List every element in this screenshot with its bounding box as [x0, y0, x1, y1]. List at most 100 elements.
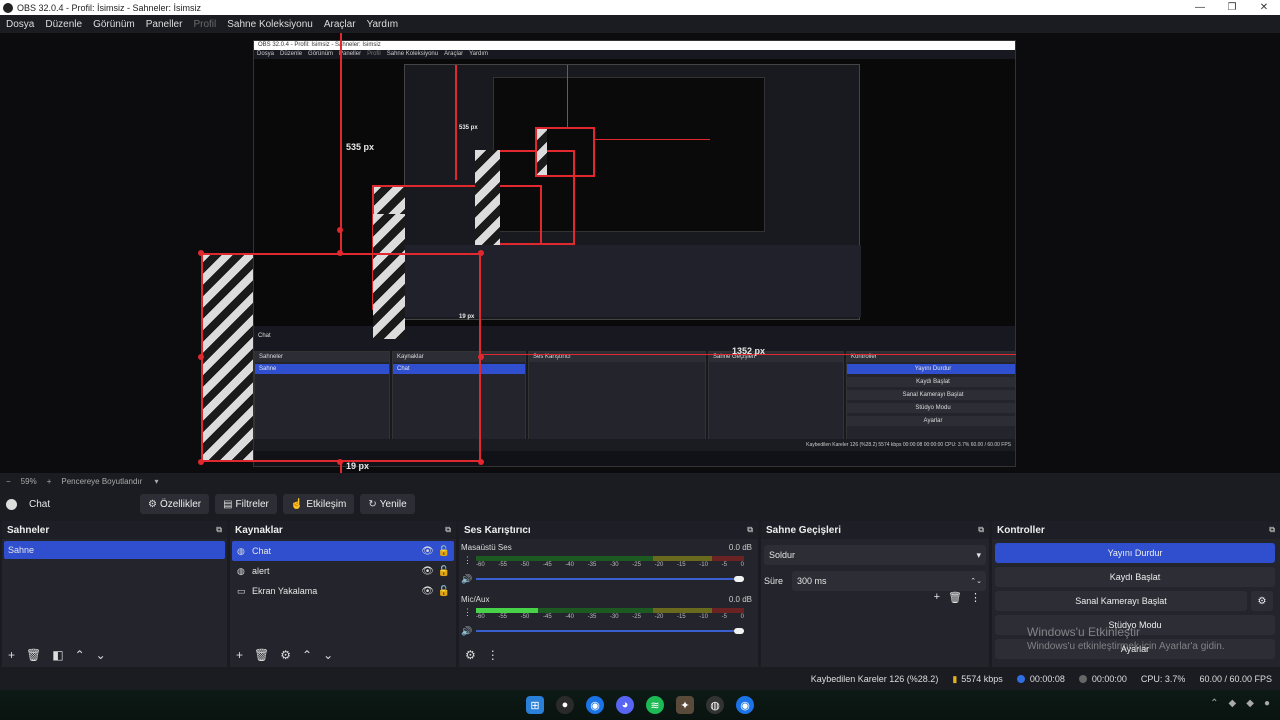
tray-app-icon[interactable]: ◆ [1246, 698, 1254, 709]
chrome-profile-icon[interactable]: ◉ [736, 696, 754, 714]
sources-title: Kaynaklar [235, 524, 283, 536]
spotify-icon[interactable]: ≋ [646, 696, 664, 714]
undock-icon[interactable]: ⧉ [216, 525, 222, 535]
menu-docks[interactable]: Paneller [146, 19, 183, 30]
kebab-menu-icon[interactable]: ⋮ [487, 648, 499, 662]
transition-select[interactable]: Soldur ▾ [764, 545, 986, 565]
chrome-icon[interactable]: ◉ [586, 696, 604, 714]
undock-icon[interactable]: ⧉ [978, 525, 984, 535]
level-meter-fill [476, 608, 538, 613]
eye-icon[interactable]: 👁 [421, 586, 434, 597]
resize-handle-r[interactable] [478, 354, 484, 360]
selection-bounding-box[interactable] [201, 253, 481, 462]
stop-streaming-button[interactable]: Yayını Durdur [995, 543, 1275, 563]
scene-filters-icon[interactable]: ◧ [52, 648, 63, 662]
menu-edit[interactable]: Düzenle [45, 19, 82, 30]
cpu-usage: CPU: 3.7% [1140, 674, 1186, 684]
menu-scene-collection[interactable]: Sahne Koleksiyonu [227, 19, 313, 30]
transitions-title: Sahne Geçişleri [766, 524, 842, 536]
remove-transition-icon[interactable]: 🗑 [948, 591, 962, 604]
undock-icon[interactable]: ⧉ [747, 525, 753, 535]
mixer-channel-desktop: Masaüstü Ses 0.0 dB ⋮ -60 -55 -50 -45 -40 -35… [461, 543, 752, 585]
zoom-bar: − 59% + Pencereye Boyutlandır ▾ [0, 474, 1280, 488]
remove-source-icon[interactable]: 🗑 [254, 648, 269, 662]
scene-item[interactable]: Sahne [4, 541, 225, 559]
move-down-icon[interactable]: ⌄ [323, 648, 333, 662]
tray-app-icon[interactable]: ◆ [1229, 698, 1237, 709]
remove-scene-icon[interactable]: 🗑 [26, 648, 41, 662]
tray-chevron-icon[interactable]: ⌃ [1210, 698, 1218, 709]
move-up-icon[interactable]: ⌃ [75, 648, 85, 662]
browser-source-icon: ◍ [237, 545, 245, 556]
search-icon[interactable]: ● [556, 696, 574, 714]
menu-file[interactable]: Dosya [6, 19, 34, 30]
obs-icon[interactable]: ◍ [706, 696, 724, 714]
add-transition-icon[interactable]: + [934, 591, 940, 604]
speaker-icon[interactable]: 🔊 [461, 626, 472, 637]
menu-view[interactable]: Görünüm [93, 19, 135, 30]
eye-icon[interactable]: 👁 [421, 546, 434, 557]
volume-slider[interactable] [476, 628, 744, 634]
system-tray: ⌃ ◆ ◆ ● [1210, 698, 1270, 709]
undock-icon[interactable]: ⧉ [1269, 525, 1275, 535]
duration-input[interactable]: 300 ms ⌃⌄ [792, 571, 986, 591]
kebab-menu-icon[interactable]: ⋮ [463, 555, 472, 566]
move-up-icon[interactable]: ⌃ [302, 648, 312, 662]
undock-icon[interactable]: ⧉ [445, 525, 451, 535]
zoom-value: 59% [20, 476, 37, 486]
maximize-button[interactable]: ❐ [1216, 0, 1248, 15]
volume-slider-knob[interactable] [734, 628, 744, 634]
resize-handle-t[interactable] [337, 250, 343, 256]
discord-icon[interactable]: ◕ [616, 696, 634, 714]
lock-icon[interactable]: 🔓 [438, 566, 450, 577]
tray-app-icon[interactable]: ● [1264, 698, 1270, 709]
mixer-channel-mic: Mic/Aux 0.0 dB ⋮ -60 -55 -50 -45 -40 -35 -30 -2… [461, 595, 752, 637]
measure-label-top: 535 px [346, 142, 375, 152]
close-button[interactable]: ✕ [1248, 0, 1280, 15]
refresh-button[interactable]: ↻ Yenile [360, 494, 415, 514]
menu-help[interactable]: Yardım [367, 19, 399, 30]
spin-arrows-icon[interactable]: ⌃⌄ [970, 577, 982, 585]
browser-source-icon: ◍ [237, 565, 245, 576]
app-icon[interactable]: ✦ [676, 696, 694, 714]
nested-menu: Dosya Düzenle Görünüm Paneller Profil Sahne K… [257, 51, 489, 57]
resize-handle-br[interactable] [478, 459, 484, 465]
start-icon[interactable]: ⊞ [526, 696, 544, 714]
source-properties-icon[interactable]: ⚙ [280, 648, 291, 662]
virtual-camera-settings-gear-icon[interactable]: ⚙ [1251, 591, 1273, 611]
menu-tools[interactable]: Araçlar [324, 19, 356, 30]
resize-handle-l[interactable] [198, 354, 204, 360]
move-down-icon[interactable]: ⌄ [96, 648, 106, 662]
minimize-button[interactable]: — [1184, 0, 1216, 15]
add-source-icon[interactable]: + [236, 648, 243, 662]
source-item-screen-capture[interactable]: ▭ Ekran Yakalama 👁 🔓 [232, 581, 454, 601]
zoom-mode-select[interactable]: Pencereye Boyutlandır ▾ [61, 477, 168, 486]
lock-icon[interactable]: 🔓 [438, 546, 450, 557]
filters-button[interactable]: ▤ Filtreler [215, 494, 277, 514]
start-recording-button[interactable]: Kaydı Başlat [995, 567, 1275, 587]
advanced-audio-icon[interactable]: ⚙ [465, 648, 476, 662]
source-item-chat[interactable]: ◍ Chat 👁 🔓 [232, 541, 454, 561]
mixer-title: Ses Karıştırıcı [464, 524, 531, 536]
add-scene-icon[interactable]: + [8, 648, 15, 662]
preview-canvas[interactable]: OBS 32.0.4 - Profil: İsimsiz - Sahneler:… [0, 33, 1280, 473]
volume-slider-knob[interactable] [734, 576, 744, 582]
start-virtual-camera-button[interactable]: Sanal Kamerayı Başlat ⚙ [995, 591, 1273, 611]
eye-icon[interactable]: 👁 [421, 566, 434, 577]
source-item-alert[interactable]: ◍ alert 👁 🔓 [232, 561, 454, 581]
kebab-menu-icon[interactable]: ⋮ [463, 607, 472, 618]
lock-icon[interactable]: 🔓 [438, 586, 450, 597]
zoom-out-button[interactable]: − [6, 477, 11, 486]
properties-button[interactable]: ⚙ Özellikler [140, 494, 210, 514]
audio-mixer-dock: Ses Karıştırıcı ⧉ Masaüstü Ses 0.0 dB ⋮ -… [459, 521, 758, 667]
resize-handle-tr[interactable] [478, 250, 484, 256]
windows-activation-watermark: Windows'u Etkinleştir Windows'u etkinleş… [1027, 625, 1225, 652]
resize-handle-b[interactable] [337, 459, 343, 465]
resize-handle-tl[interactable] [198, 250, 204, 256]
interact-button[interactable]: ☝ Etkileşim [282, 494, 355, 514]
resize-handle-bl[interactable] [198, 459, 204, 465]
speaker-icon[interactable]: 🔊 [461, 574, 472, 585]
zoom-in-button[interactable]: + [47, 477, 52, 486]
volume-slider[interactable] [476, 576, 744, 582]
kebab-menu-icon[interactable]: ⋮ [970, 591, 981, 604]
